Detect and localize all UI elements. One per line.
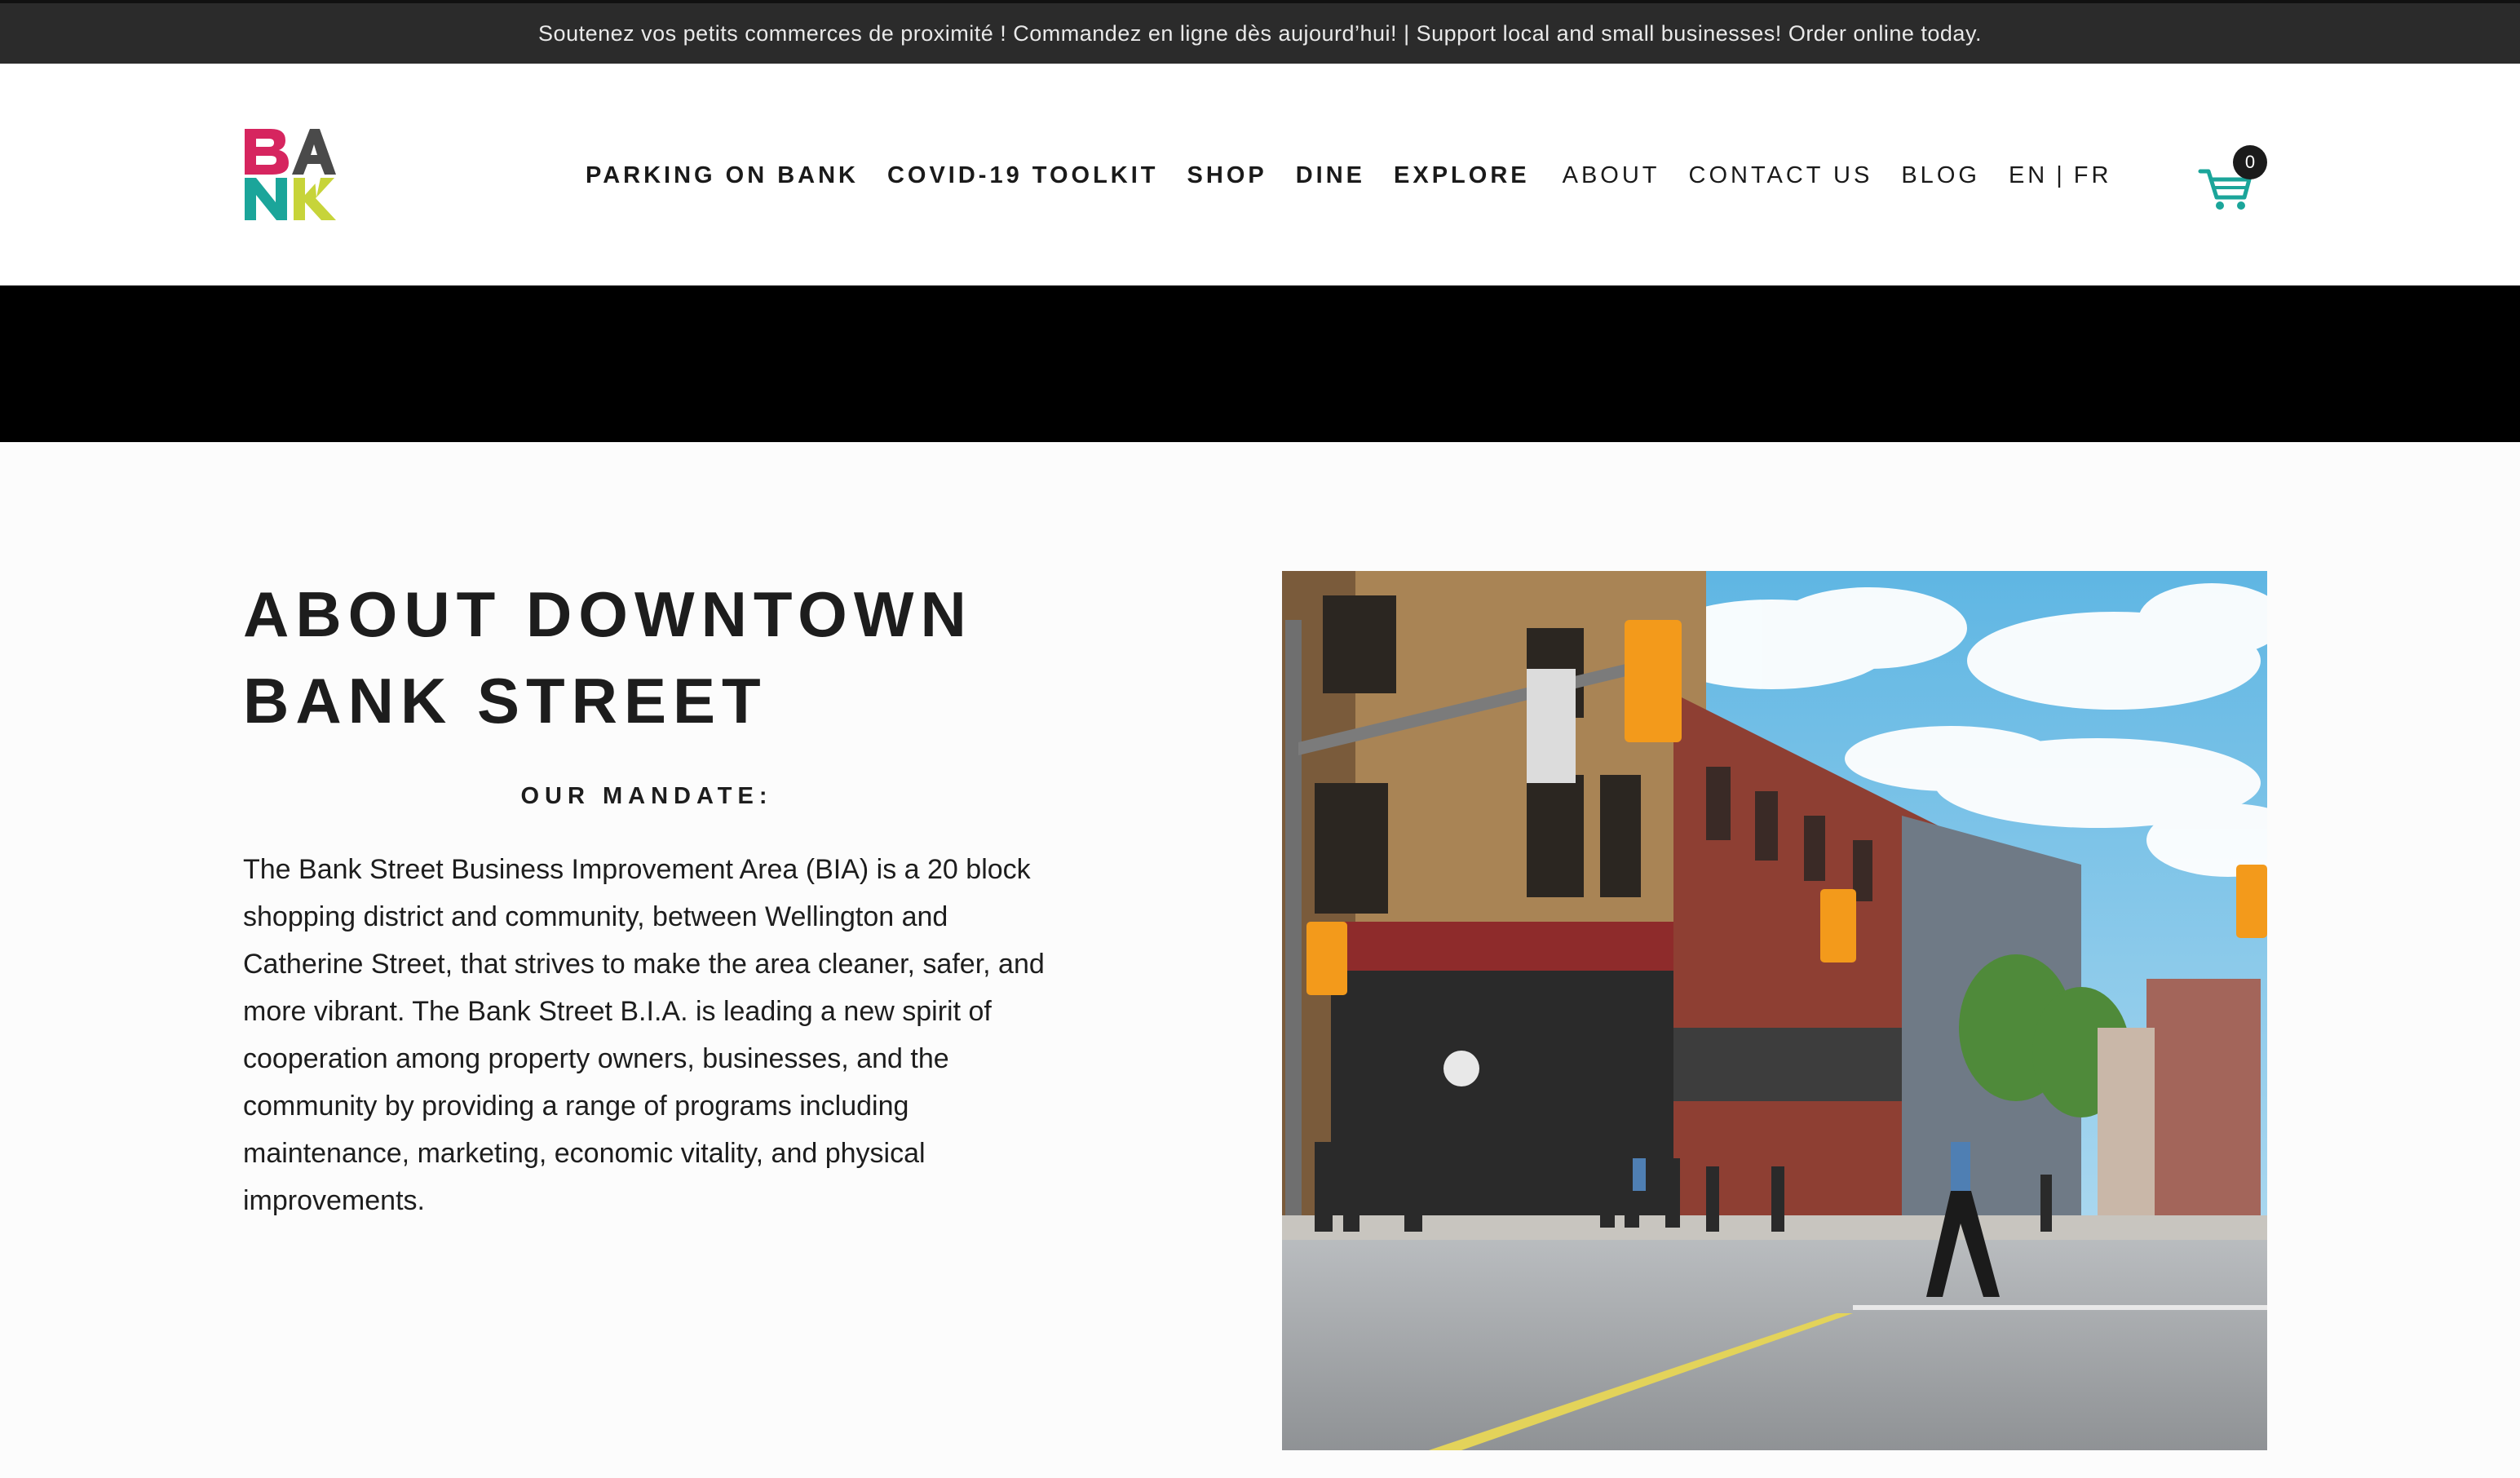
nav-item-parking[interactable]: PARKING ON BANK: [586, 162, 859, 189]
mandate-heading: OUR MANDATE:: [520, 783, 773, 809]
cart-button[interactable]: 0: [2197, 145, 2270, 210]
nav-item-about[interactable]: ABOUT: [1563, 162, 1660, 189]
announcement-text: Soutenez vos petits commerces de proximi…: [538, 20, 1982, 46]
mandate-paragraph: The Bank Street Business Improvement Are…: [243, 854, 1045, 1216]
page-title-line2: BANK STREET: [243, 665, 767, 737]
site-header: PARKING ON BANK COVID-19 TOOLKIT SHOP DI…: [0, 64, 2520, 285]
main-nav: PARKING ON BANK COVID-19 TOOLKIT SHOP DI…: [586, 155, 2111, 196]
nav-item-covid-toolkit[interactable]: COVID-19 TOOLKIT: [887, 162, 1159, 189]
lang-fr-link[interactable]: FR: [2074, 162, 2112, 189]
announcement-bar: Soutenez vos petits commerces de proximi…: [0, 0, 2520, 64]
hero-banner: [0, 285, 2520, 442]
nav-item-blog[interactable]: BLOG: [1901, 162, 1980, 189]
page-title: ABOUT DOWNTOWN BANK STREET: [243, 571, 1059, 744]
lang-en-link[interactable]: EN: [2009, 162, 2048, 189]
nav-item-dine[interactable]: DINE: [1296, 162, 1365, 189]
language-switcher: EN | FR: [2009, 162, 2112, 189]
lang-separator: |: [2056, 162, 2066, 188]
bank-logo-mark: [243, 127, 336, 222]
nav-item-explore[interactable]: EXPLORE: [1394, 162, 1530, 189]
nav-item-shop[interactable]: SHOP: [1187, 162, 1267, 189]
cart-count-badge: 0: [2233, 145, 2267, 179]
page-title-line1: ABOUT DOWNTOWN: [243, 578, 973, 650]
bank-street-photo: [1282, 571, 2267, 1450]
nav-item-contact[interactable]: CONTACT US: [1689, 162, 1873, 189]
street-scene-image: [1282, 571, 2267, 1450]
bank-logo[interactable]: [243, 127, 336, 222]
